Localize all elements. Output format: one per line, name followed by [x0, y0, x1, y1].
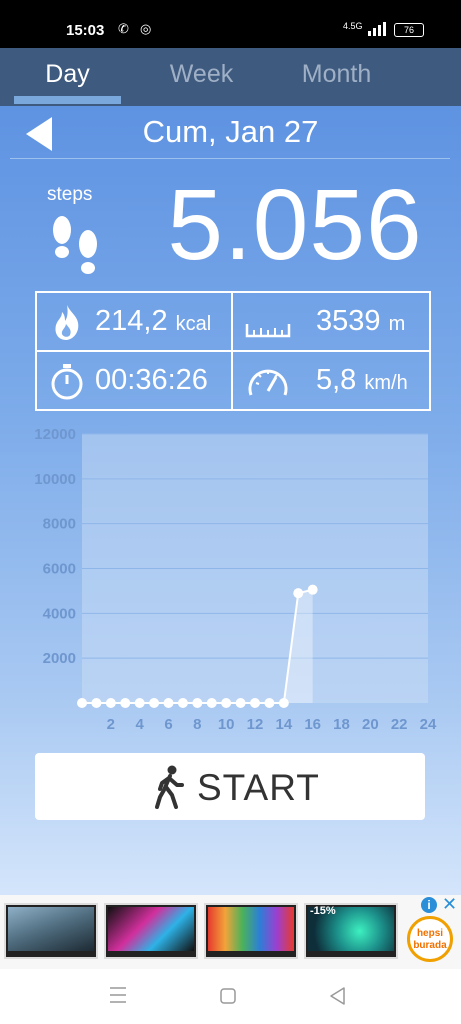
x-tick-label: 20: [362, 716, 379, 733]
tab-week[interactable]: Week: [148, 48, 255, 106]
instagram-icon: ◎: [140, 21, 152, 36]
data-point: [278, 698, 289, 708]
data-point: [77, 698, 87, 708]
ad-brand-logo[interactable]: hepsi burada: [407, 916, 453, 962]
x-tick-label: 18: [333, 716, 350, 733]
ad-product-image[interactable]: [104, 903, 198, 959]
footprints-icon: [53, 216, 97, 274]
data-point: [250, 698, 260, 708]
ad-product-image[interactable]: [204, 903, 298, 959]
calories-cell: 214,2 kcal: [37, 293, 231, 350]
signal-icon: [368, 22, 386, 36]
start-button[interactable]: START: [35, 753, 425, 820]
distance-cell: 3539 m: [233, 293, 427, 350]
ruler-icon: [245, 324, 291, 338]
data-point: [235, 698, 246, 708]
speedometer-icon: [248, 369, 288, 396]
battery-icon: 76: [394, 23, 424, 37]
stats-grid: 214,2 kcal 3539 m 00:36:26 5,8 km/h: [35, 291, 431, 411]
main-panel: Cum, Jan 27 steps 5.056 214,2 kcal 3539 …: [0, 106, 461, 895]
start-button-label: START: [197, 767, 320, 808]
x-tick-label: 2: [107, 716, 115, 733]
data-point: [163, 698, 174, 708]
y-tick-label: 2000: [43, 650, 76, 667]
ad-discount-badge: -15%: [310, 905, 336, 917]
data-point: [91, 698, 102, 708]
speed-value: 5,8 km/h: [316, 364, 408, 396]
x-tick-label: 10: [218, 716, 235, 733]
divider: [10, 158, 450, 159]
x-tick-label: 16: [304, 716, 321, 733]
current-date: Cum, Jan 27: [142, 114, 319, 149]
data-point: [206, 698, 217, 708]
data-point: [149, 698, 160, 708]
duration-cell: 00:36:26: [37, 352, 231, 409]
whatsapp-icon: ✆: [118, 21, 129, 36]
status-time: 15:03: [66, 22, 105, 39]
x-tick-label: 14: [275, 716, 292, 733]
speed-cell: 5,8 km/h: [233, 352, 427, 409]
x-tick-label: 4: [135, 716, 144, 733]
distance-unit: m: [388, 313, 406, 335]
walking-person-icon: [155, 765, 184, 809]
duration-value: 00:36:26: [95, 364, 208, 396]
y-tick-label: 12000: [34, 426, 76, 443]
data-point: [177, 698, 188, 708]
data-point: [134, 698, 145, 708]
x-tick-label: 22: [391, 716, 408, 733]
y-tick-label: 4000: [43, 605, 76, 622]
tab-indicator: [14, 96, 121, 104]
ad-close-icon[interactable]: ✕: [442, 895, 457, 913]
y-tick-label: 10000: [34, 471, 76, 488]
ad-banner[interactable]: -15%: [0, 895, 461, 969]
ad-product-image[interactable]: [4, 903, 98, 959]
steps-label: steps: [47, 184, 93, 205]
status-bar: 15:03 ✆ ◎ 4.5G 76: [0, 0, 461, 48]
data-point: [307, 584, 318, 595]
ad-info-icon[interactable]: i: [421, 897, 437, 913]
system-navigation-bar: [0, 969, 461, 1024]
data-point: [105, 698, 116, 708]
calories-unit: kcal: [175, 313, 212, 335]
distance-value: 3539 m: [316, 305, 406, 337]
recents-button[interactable]: [110, 987, 126, 1003]
data-point: [221, 698, 232, 708]
y-tick-label: 8000: [43, 516, 76, 533]
stopwatch-icon: [51, 364, 83, 400]
steps-chart: 200040006000800010000120002 4 6 8 10 12 14 16 18…: [34, 426, 437, 733]
speed-unit: km/h: [364, 372, 408, 394]
network-type-label: 4.5G: [343, 21, 363, 31]
tab-month[interactable]: Month: [283, 48, 390, 106]
calories-value: 214,2 kcal: [95, 305, 212, 337]
x-tick-label: 8: [193, 716, 201, 733]
x-tick-label: 6: [164, 716, 172, 733]
data-point: [120, 698, 131, 708]
step-count: 5.056: [167, 169, 423, 281]
back-button[interactable]: [330, 987, 345, 1005]
data-point: [293, 588, 304, 599]
date-navigation: Cum, Jan 27: [0, 106, 461, 158]
data-point: [264, 698, 275, 708]
home-button[interactable]: [220, 988, 236, 1004]
y-tick-label: 6000: [43, 561, 76, 578]
flame-icon: [55, 305, 79, 340]
data-point: [192, 698, 203, 708]
x-tick-label: 12: [247, 716, 264, 733]
x-tick-label: 24: [420, 716, 437, 733]
